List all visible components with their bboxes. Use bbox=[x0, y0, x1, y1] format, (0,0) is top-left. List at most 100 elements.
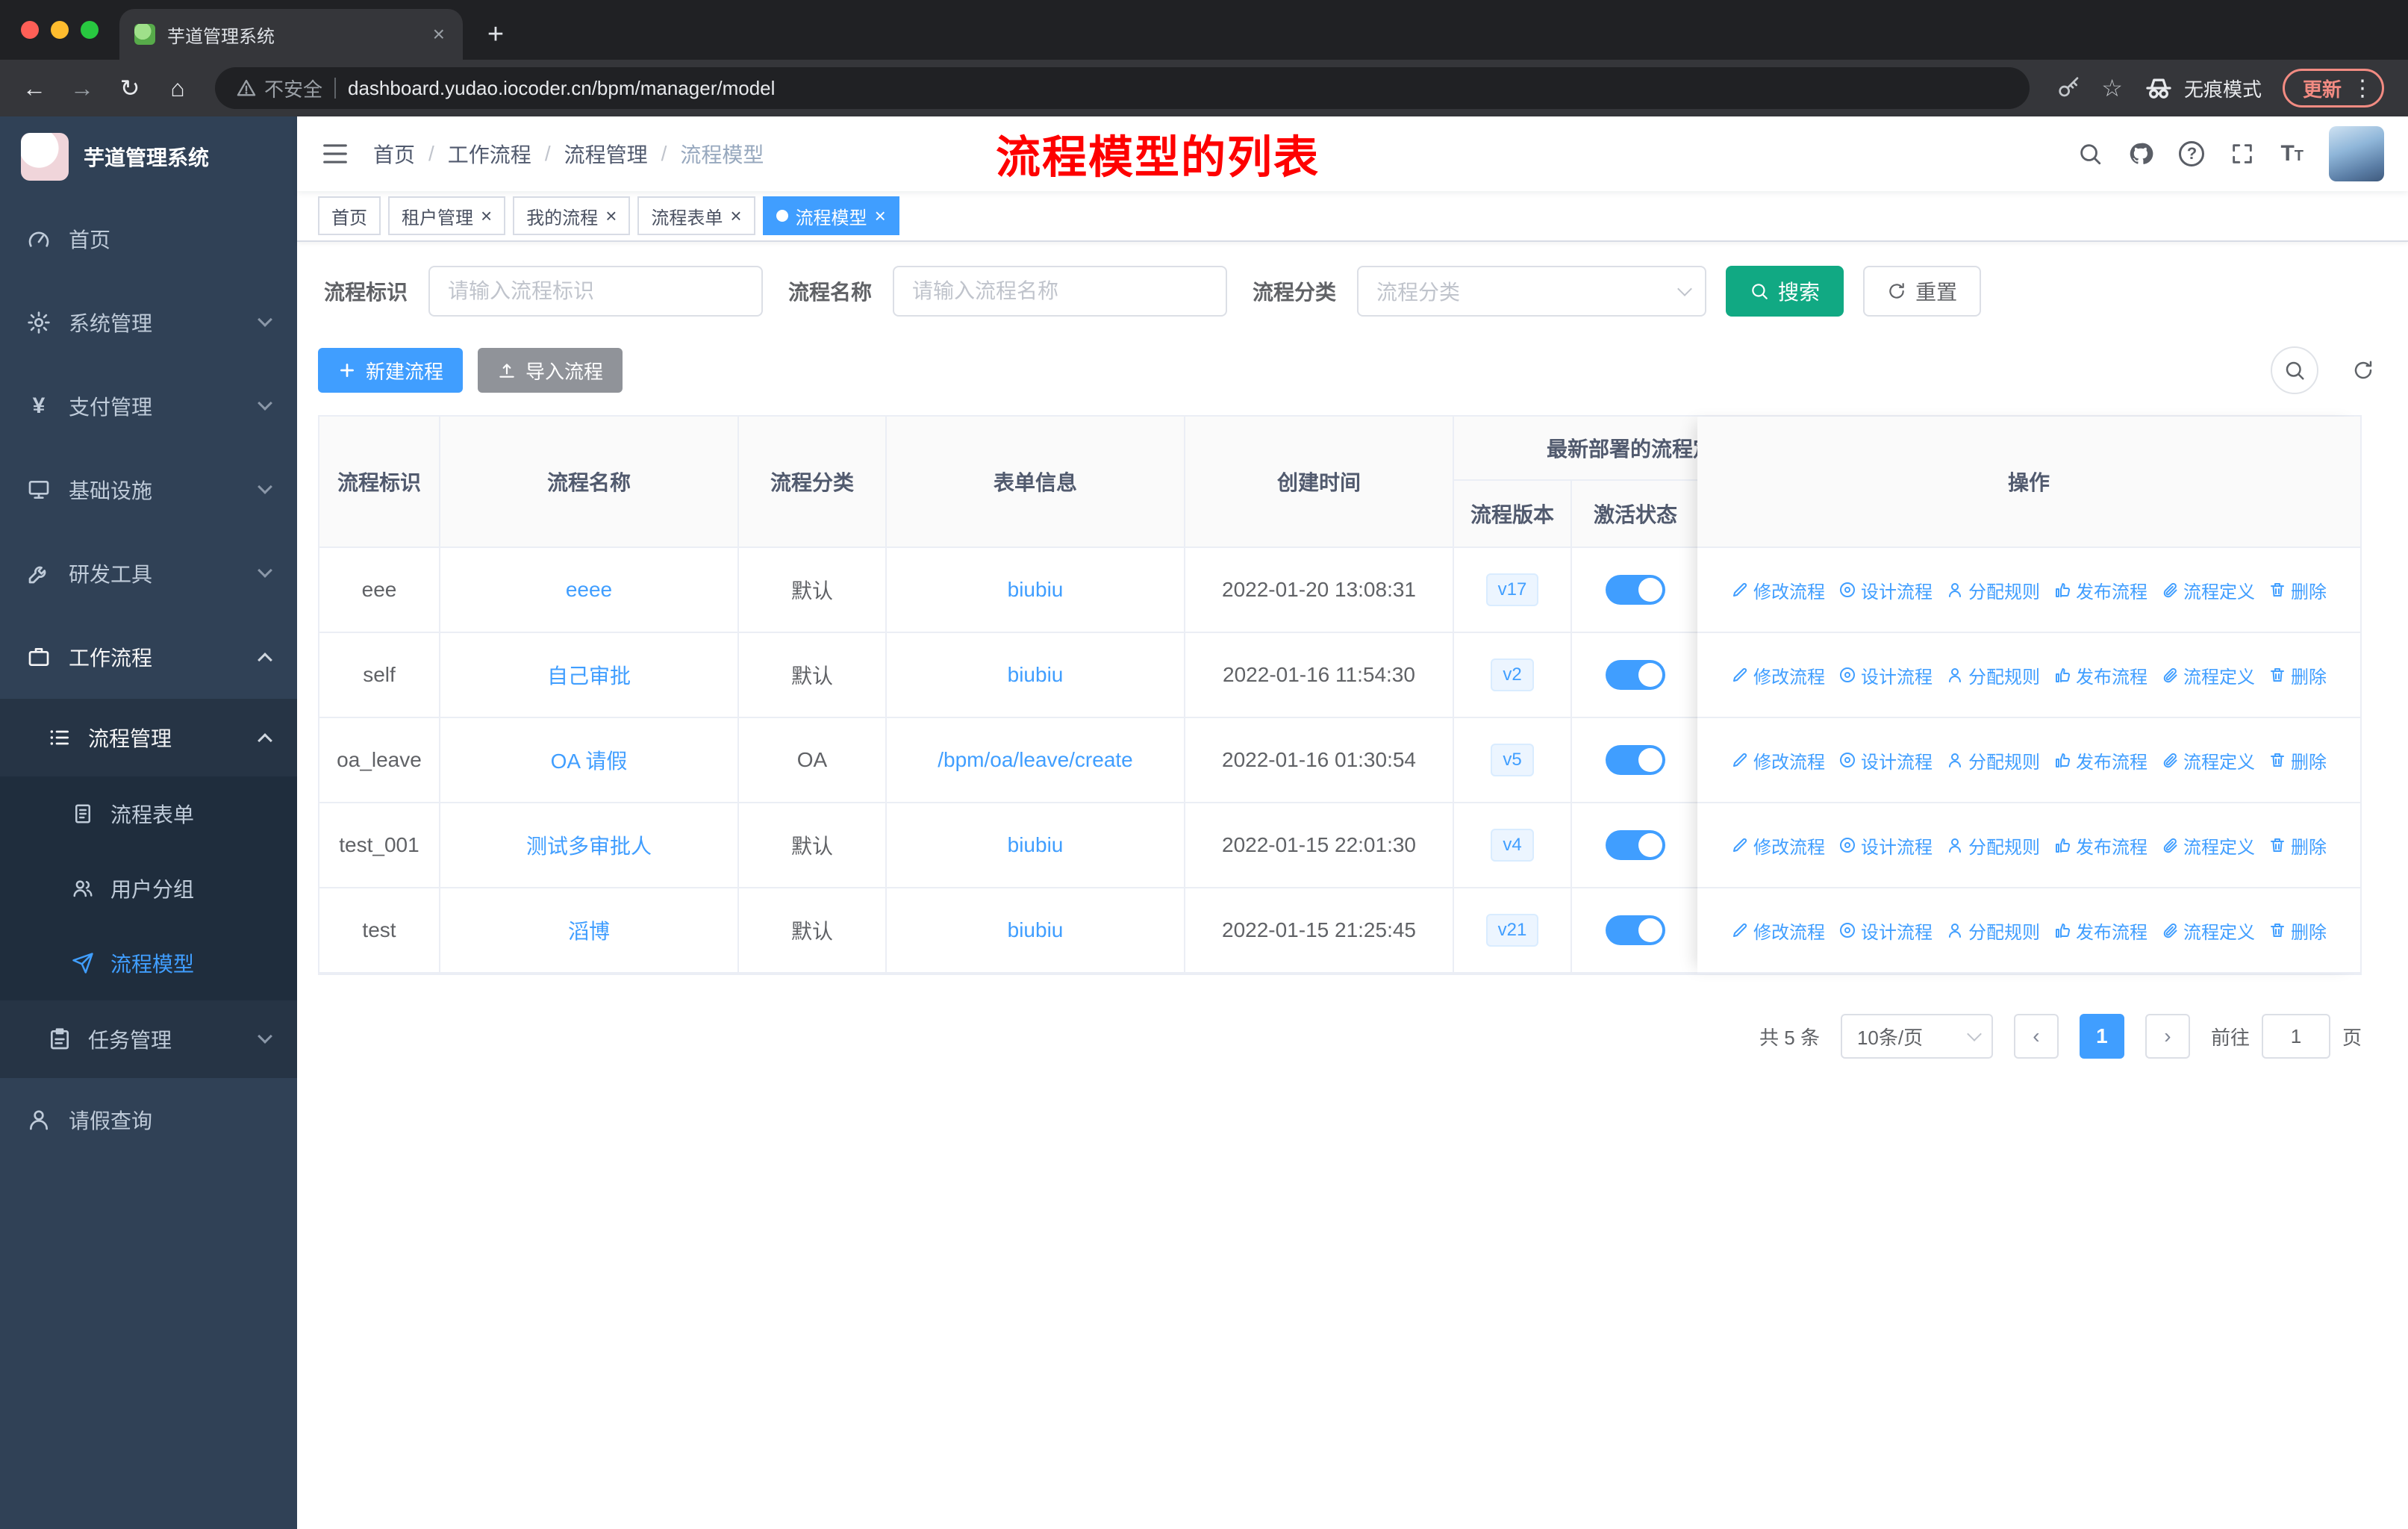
form-info-link[interactable]: biubiu bbox=[887, 548, 1185, 633]
security-status[interactable]: 不安全 bbox=[236, 75, 322, 102]
sidebar-item-workflow[interactable]: 工作流程 bbox=[0, 615, 297, 699]
fullscreen-icon[interactable] bbox=[2230, 141, 2255, 166]
update-button[interactable]: 更新 ⋮ bbox=[2282, 69, 2384, 108]
help-icon[interactable]: ? bbox=[2179, 141, 2205, 166]
breadcrumb-item[interactable]: 工作流程 bbox=[448, 139, 531, 169]
action-edit[interactable]: 修改流程 bbox=[1731, 577, 1825, 603]
action-publish[interactable]: 发布流程 bbox=[2053, 577, 2147, 603]
process-name-link[interactable]: 自己审批 bbox=[440, 633, 739, 718]
window-maximize-button[interactable] bbox=[81, 21, 99, 39]
sidebar-item-process-management[interactable]: 流程管理 bbox=[0, 699, 297, 776]
action-design[interactable]: 设计流程 bbox=[1838, 832, 1933, 859]
goto-page-input[interactable] bbox=[2261, 1014, 2330, 1059]
action-design[interactable]: 设计流程 bbox=[1838, 918, 1933, 944]
font-size-icon[interactable]: TT bbox=[2280, 143, 2303, 165]
new-tab-button[interactable]: + bbox=[475, 13, 517, 55]
active-toggle[interactable] bbox=[1572, 888, 1700, 974]
breadcrumb-item[interactable]: 流程管理 bbox=[564, 139, 648, 169]
show-search-button[interactable] bbox=[2271, 346, 2318, 394]
next-page-button[interactable]: › bbox=[2145, 1014, 2190, 1059]
action-edit[interactable]: 修改流程 bbox=[1731, 662, 1825, 688]
action-delete[interactable]: 删除 bbox=[2268, 918, 2327, 944]
sidebar-item-payment-management[interactable]: ¥ 支付管理 bbox=[0, 364, 297, 448]
search-icon[interactable] bbox=[2077, 141, 2103, 166]
active-toggle[interactable] bbox=[1572, 718, 1700, 803]
action-assign[interactable]: 分配规则 bbox=[1946, 832, 2040, 859]
breadcrumb-item[interactable]: 首页 bbox=[373, 139, 415, 169]
action-publish[interactable]: 发布流程 bbox=[2053, 747, 2147, 773]
process-name-link[interactable]: 滔博 bbox=[440, 888, 739, 974]
action-definition[interactable]: 流程定义 bbox=[2161, 918, 2255, 944]
action-design[interactable]: 设计流程 bbox=[1838, 747, 1933, 773]
tag-home[interactable]: 首页 bbox=[318, 196, 381, 235]
action-assign[interactable]: 分配规则 bbox=[1946, 662, 2040, 688]
search-button[interactable]: 搜索 bbox=[1726, 266, 1844, 317]
action-assign[interactable]: 分配规则 bbox=[1946, 747, 2040, 773]
key-icon[interactable] bbox=[2056, 76, 2080, 100]
action-design[interactable]: 设计流程 bbox=[1838, 662, 1933, 688]
sidebar-item-home[interactable]: 首页 bbox=[0, 197, 297, 281]
process-name-input[interactable] bbox=[893, 266, 1228, 317]
bookmark-star-icon[interactable]: ☆ bbox=[2101, 74, 2123, 102]
form-info-link[interactable]: biubiu bbox=[887, 803, 1185, 888]
action-assign[interactable]: 分配规则 bbox=[1946, 918, 2040, 944]
refresh-table-button[interactable] bbox=[2339, 346, 2387, 394]
sidebar-item-task-management[interactable]: 任务管理 bbox=[0, 1000, 297, 1078]
sidebar-fold-icon[interactable] bbox=[321, 140, 349, 168]
action-assign[interactable]: 分配规则 bbox=[1946, 577, 2040, 603]
action-edit[interactable]: 修改流程 bbox=[1731, 918, 1825, 944]
home-icon[interactable]: ⌂ bbox=[158, 67, 197, 109]
action-definition[interactable]: 流程定义 bbox=[2161, 832, 2255, 859]
action-definition[interactable]: 流程定义 bbox=[2161, 662, 2255, 688]
active-toggle[interactable] bbox=[1572, 548, 1700, 633]
tag-close-icon[interactable]: × bbox=[730, 206, 741, 225]
browser-tab[interactable]: 芋道管理系统 × bbox=[119, 9, 463, 60]
user-avatar[interactable] bbox=[2329, 126, 2384, 181]
tab-close-icon[interactable]: × bbox=[430, 22, 448, 46]
form-info-link[interactable]: biubiu bbox=[887, 888, 1185, 974]
action-design[interactable]: 设计流程 bbox=[1838, 577, 1933, 603]
action-delete[interactable]: 删除 bbox=[2268, 577, 2327, 603]
tag-close-icon[interactable]: × bbox=[875, 206, 886, 225]
action-definition[interactable]: 流程定义 bbox=[2161, 577, 2255, 603]
tag-close-icon[interactable]: × bbox=[481, 206, 492, 225]
process-category-select[interactable]: 流程分类 bbox=[1357, 266, 1707, 317]
create-process-button[interactable]: 新建流程 bbox=[318, 348, 464, 393]
tag-tenant-management[interactable]: 租户管理 × bbox=[388, 196, 506, 235]
process-name-link[interactable]: 测试多审批人 bbox=[440, 803, 739, 888]
active-toggle[interactable] bbox=[1572, 803, 1700, 888]
forward-icon[interactable]: → bbox=[63, 67, 102, 109]
browser-menu-dots-icon[interactable]: ⋮ bbox=[2351, 75, 2374, 102]
action-delete[interactable]: 删除 bbox=[2268, 832, 2327, 859]
sidebar-item-user-group[interactable]: 用户分组 bbox=[0, 851, 297, 926]
github-icon[interactable] bbox=[2128, 141, 2153, 166]
window-minimize-button[interactable] bbox=[51, 21, 69, 39]
action-delete[interactable]: 删除 bbox=[2268, 662, 2327, 688]
process-key-input[interactable] bbox=[428, 266, 764, 317]
form-info-link[interactable]: biubiu bbox=[887, 633, 1185, 718]
action-publish[interactable]: 发布流程 bbox=[2053, 918, 2147, 944]
url-bar[interactable]: 不安全 dashboard.yudao.iocoder.cn/bpm/manag… bbox=[215, 67, 2030, 109]
sidebar-item-system-management[interactable]: 系统管理 bbox=[0, 281, 297, 364]
active-toggle[interactable] bbox=[1572, 633, 1700, 718]
back-icon[interactable]: ← bbox=[15, 67, 54, 109]
sidebar-item-process-model[interactable]: 流程模型 bbox=[0, 926, 297, 1000]
action-delete[interactable]: 删除 bbox=[2268, 747, 2327, 773]
window-close-button[interactable] bbox=[21, 21, 39, 39]
form-info-link[interactable]: /bpm/oa/leave/create bbox=[887, 718, 1185, 803]
reset-button[interactable]: 重置 bbox=[1863, 266, 1982, 317]
process-name-link[interactable]: OA 请假 bbox=[440, 718, 739, 803]
action-definition[interactable]: 流程定义 bbox=[2161, 747, 2255, 773]
action-edit[interactable]: 修改流程 bbox=[1731, 832, 1825, 859]
import-process-button[interactable]: 导入流程 bbox=[478, 348, 623, 393]
tag-close-icon[interactable]: × bbox=[605, 206, 617, 225]
sidebar-item-dev-tools[interactable]: 研发工具 bbox=[0, 532, 297, 615]
process-name-link[interactable]: eeee bbox=[440, 548, 739, 633]
prev-page-button[interactable]: ‹ bbox=[2013, 1014, 2059, 1059]
page-button-1[interactable]: 1 bbox=[2079, 1014, 2124, 1059]
page-size-select[interactable]: 10条/页 bbox=[1840, 1014, 1993, 1059]
sidebar-item-infrastructure[interactable]: 基础设施 bbox=[0, 448, 297, 532]
tag-process-form[interactable]: 流程表单 × bbox=[637, 196, 755, 235]
sidebar-item-process-form[interactable]: 流程表单 bbox=[0, 776, 297, 851]
tag-my-process[interactable]: 我的流程 × bbox=[513, 196, 631, 235]
